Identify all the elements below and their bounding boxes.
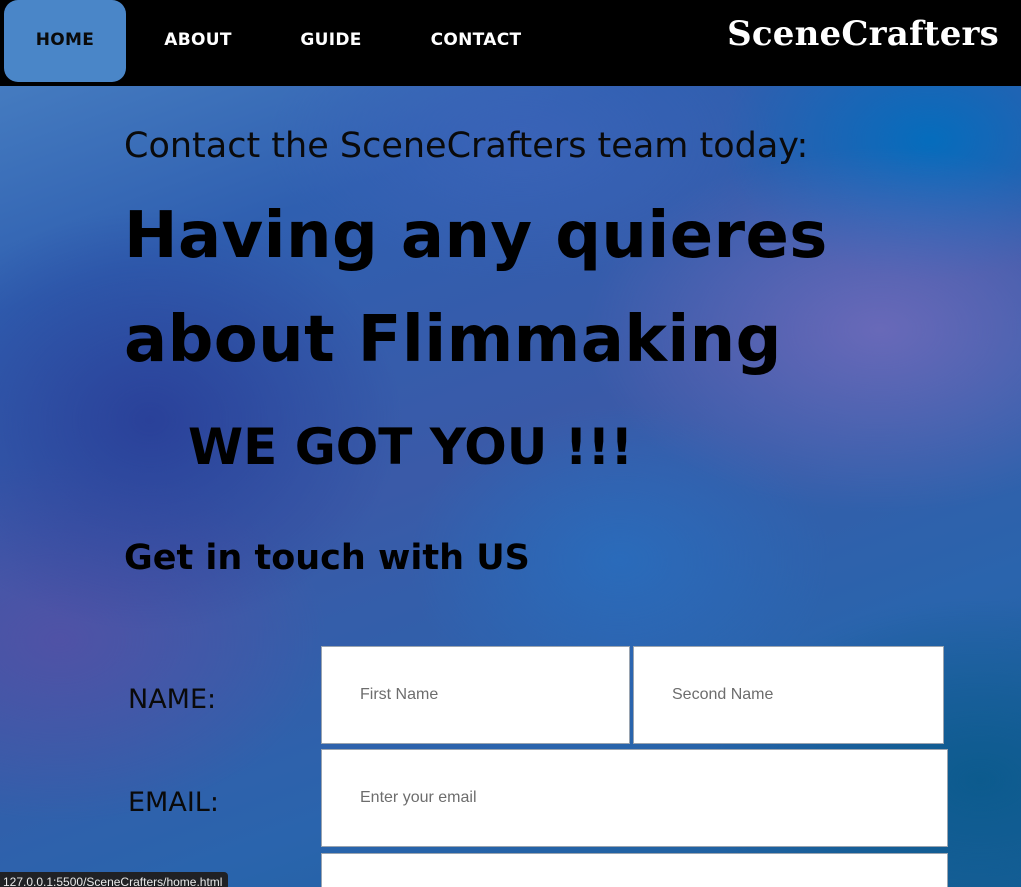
- name-label: NAME:: [128, 684, 217, 715]
- email-label: EMAIL:: [128, 787, 219, 818]
- headline-line-2: about Flimmaking: [124, 303, 782, 377]
- status-bar-url: 127.0.0.1:5500/SceneCrafters/home.html: [0, 872, 229, 887]
- first-name-input[interactable]: [321, 646, 630, 744]
- nav-about-link[interactable]: ABOUT: [140, 0, 256, 82]
- nav-home-link[interactable]: HOME: [4, 0, 126, 82]
- message-field[interactable]: [321, 853, 948, 887]
- headline-line-1: Having any quieres: [124, 199, 828, 273]
- second-name-input[interactable]: [633, 646, 944, 744]
- slogan-text: WE GOT YOU !!!: [188, 418, 634, 476]
- nav-contact-link[interactable]: CONTACT: [404, 0, 548, 82]
- contact-intro-text: Contact the SceneCrafters team today:: [124, 126, 809, 166]
- get-in-touch-heading: Get in touch with US: [124, 538, 530, 578]
- top-navbar: HOME ABOUT GUIDE CONTACT SceneCrafters: [0, 0, 1021, 86]
- page-headline: Having any quieres about Flimmaking: [124, 184, 904, 392]
- nav-guide-link[interactable]: GUIDE: [276, 0, 386, 82]
- brand-logo-text: SceneCrafters: [727, 14, 999, 54]
- email-input[interactable]: [321, 749, 948, 847]
